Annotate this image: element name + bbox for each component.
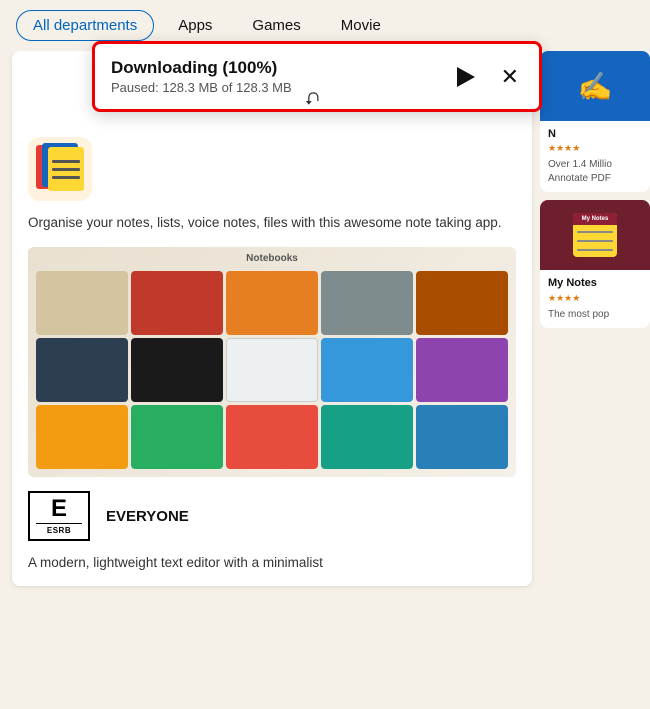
content-area: Downloading (100%) Paused: 128.3 MB of 1… bbox=[0, 51, 650, 586]
esrb-label: ESRB bbox=[36, 523, 82, 535]
nav-movies[interactable]: Movie bbox=[325, 11, 397, 40]
resume-button[interactable] bbox=[453, 63, 479, 91]
right-panel: ✍ N ★★★★ Over 1.4 Millio Annotate PDF My… bbox=[532, 51, 650, 586]
right-card-1-info: N ★★★★ Over 1.4 Millio Annotate PDF bbox=[540, 121, 650, 192]
thumb-1 bbox=[36, 271, 128, 335]
right-card-2-desc: The most pop bbox=[548, 308, 642, 322]
right-card-1[interactable]: ✍ N ★★★★ Over 1.4 Millio Annotate PDF bbox=[540, 51, 650, 192]
thumb-8 bbox=[226, 338, 318, 402]
main-app-card: Downloading (100%) Paused: 128.3 MB of 1… bbox=[12, 51, 532, 586]
note-line-1 bbox=[52, 160, 80, 163]
note-small-line-3 bbox=[577, 249, 613, 251]
bottom-description: A modern, lightweight text editor with a… bbox=[28, 555, 516, 570]
close-icon: ✕ bbox=[501, 66, 519, 88]
note-small-line-2 bbox=[577, 240, 613, 242]
esrb-text: EVERYONE bbox=[106, 508, 189, 525]
note-icon-stack bbox=[34, 143, 86, 195]
app-header bbox=[28, 137, 516, 201]
thumb-4 bbox=[321, 271, 413, 335]
cancel-button[interactable]: ✕ bbox=[497, 62, 523, 92]
thumb-12 bbox=[131, 405, 223, 469]
notes-header-bar: My Notes bbox=[573, 213, 617, 225]
play-icon bbox=[457, 67, 475, 87]
download-popup: Downloading (100%) Paused: 128.3 MB of 1… bbox=[92, 41, 542, 112]
screenshot-area: Notebooks bbox=[28, 247, 516, 477]
thumb-3 bbox=[226, 271, 318, 335]
download-info: Downloading (100%) Paused: 128.3 MB of 1… bbox=[111, 58, 292, 95]
thumb-14 bbox=[321, 405, 413, 469]
note-line-2 bbox=[52, 168, 80, 171]
app-description-short: Organise your notes, lists, voice notes,… bbox=[28, 213, 516, 233]
right-card-1-desc: Over 1.4 Millio Annotate PDF bbox=[548, 158, 642, 186]
my-notes-icon: My Notes bbox=[573, 213, 617, 257]
download-title: Downloading (100%) bbox=[111, 58, 292, 78]
right-card-1-icon: ✍ bbox=[540, 51, 650, 121]
esrb-grade: E bbox=[51, 497, 67, 521]
screenshot-mock: Notebooks bbox=[28, 247, 516, 477]
cursor-arrow: ⮏ bbox=[305, 87, 319, 117]
right-card-2-title: My Notes bbox=[548, 276, 642, 290]
right-card-1-stars: ★★★★ bbox=[548, 143, 642, 154]
rating-section: E ESRB EVERYONE bbox=[28, 491, 516, 541]
note-line-3 bbox=[52, 176, 80, 179]
thumb-9 bbox=[321, 338, 413, 402]
notes-header-text: My Notes bbox=[582, 216, 609, 222]
note-page-yellow bbox=[48, 147, 84, 191]
right-card-2-icon: My Notes bbox=[540, 200, 650, 270]
nav-apps[interactable]: Apps bbox=[162, 11, 228, 40]
thumb-13 bbox=[226, 405, 318, 469]
screenshot-header: Notebooks bbox=[246, 253, 298, 264]
thumb-10 bbox=[416, 338, 508, 402]
thumb-2 bbox=[131, 271, 223, 335]
note-small-line-1 bbox=[577, 231, 613, 233]
thumb-15 bbox=[416, 405, 508, 469]
nav-all-departments[interactable]: All departments bbox=[16, 10, 154, 41]
esrb-box: E ESRB bbox=[28, 491, 90, 541]
thumb-7 bbox=[131, 338, 223, 402]
thumb-11 bbox=[36, 405, 128, 469]
thumb-6 bbox=[36, 338, 128, 402]
nav-games[interactable]: Games bbox=[236, 11, 316, 40]
right-card-1-title: N bbox=[548, 127, 642, 141]
thumb-5 bbox=[416, 271, 508, 335]
download-subtitle: Paused: 128.3 MB of 128.3 MB bbox=[111, 80, 292, 95]
app-icon bbox=[28, 137, 92, 201]
edit-icon: ✍ bbox=[578, 70, 613, 103]
right-card-2[interactable]: My Notes My Notes ★★★★ The most pop bbox=[540, 200, 650, 327]
download-controls: ✕ bbox=[453, 62, 523, 92]
right-card-2-stars: ★★★★ bbox=[548, 293, 642, 304]
right-card-2-info: My Notes ★★★★ The most pop bbox=[540, 270, 650, 327]
